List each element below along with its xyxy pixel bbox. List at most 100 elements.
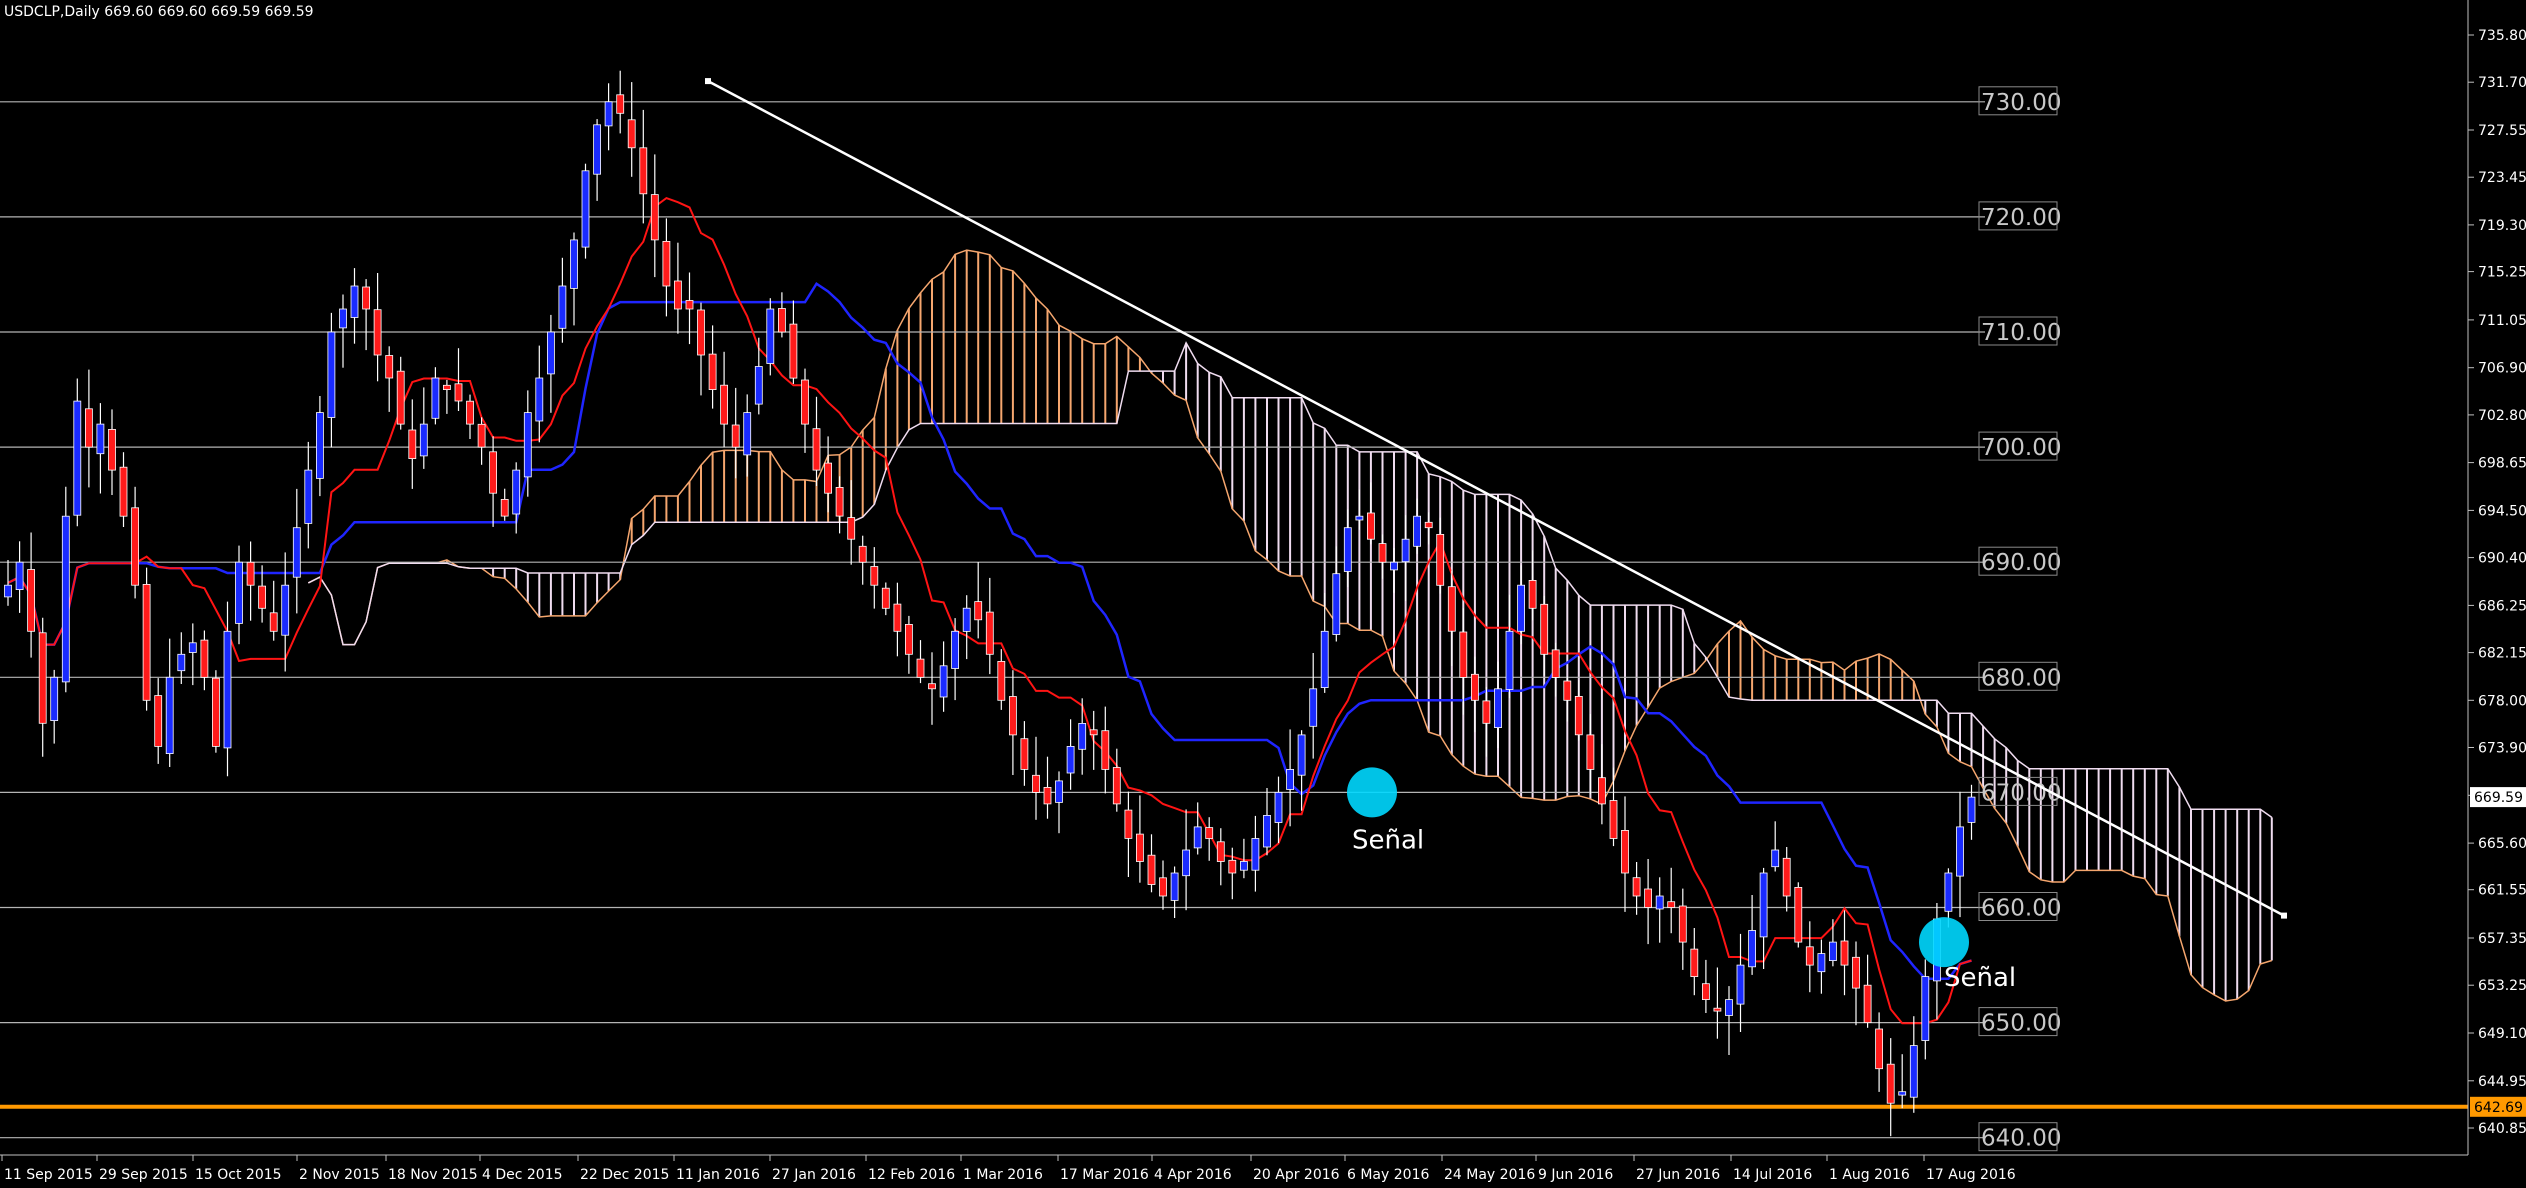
time-tick-label: 1 Aug 2016 [1829, 1167, 1910, 1183]
candle-body [1944, 872, 1953, 912]
candle-body [108, 428, 116, 471]
candle-body [246, 561, 255, 586]
candle-body [1390, 561, 1398, 571]
candle-body [1678, 905, 1687, 943]
chart-background [0, 0, 2526, 1188]
candle-body [131, 507, 140, 586]
candle-body [269, 612, 278, 632]
candle-body [1378, 543, 1387, 563]
chart-root: 730.00 720.00 710.00 700.00 690.00 680.00 670.… [0, 0, 2526, 1188]
candle [766, 298, 775, 376]
candle-body [1136, 833, 1144, 862]
candle-body [1609, 800, 1618, 839]
time-tick-label: 11 Sep 2015 [4, 1167, 93, 1183]
candle-body [581, 170, 590, 248]
candle-body [662, 240, 671, 287]
candle-body [1193, 826, 1202, 849]
price-tick-label: 657.35 [2478, 931, 2526, 947]
candle-body [200, 639, 209, 678]
candle-body [720, 384, 728, 425]
candle-body [1459, 631, 1468, 678]
level-label: 730.00 [1981, 90, 2061, 116]
candle-body [1574, 696, 1583, 736]
candle-body [1240, 861, 1248, 871]
candle-body [1840, 940, 1849, 966]
candle-body [558, 285, 567, 329]
candle-body [1782, 857, 1791, 897]
signal-dot[interactable] [1347, 767, 1397, 818]
time-tick-label: 18 Nov 2015 [388, 1167, 478, 1183]
candle-body [847, 517, 856, 540]
candle-body [985, 611, 994, 655]
candle [211, 670, 220, 753]
candle-body [812, 428, 821, 471]
candle-body [1528, 580, 1537, 609]
candle-body [1817, 953, 1826, 973]
support-price-label: 642.69 [2474, 1100, 2523, 1116]
candle-body [1736, 964, 1745, 1005]
signal-dot[interactable] [1919, 917, 1969, 968]
price-tick-label: 711.05 [2478, 313, 2526, 329]
price-tick-label: 719.30 [2478, 218, 2526, 234]
chart-info-label: USDCLP,Daily 669.60 669.60 669.59 669.59 [4, 4, 314, 20]
candle-body [535, 377, 544, 422]
candle-body [1725, 999, 1733, 1016]
price-tick-label: 653.25 [2478, 978, 2526, 994]
candle-body [593, 124, 601, 175]
candle-body [1112, 767, 1121, 805]
candle-body [1886, 1063, 1895, 1104]
candle-body [419, 423, 428, 457]
candle-body [1078, 723, 1087, 750]
candle-body [466, 400, 474, 425]
candle-body [1713, 1007, 1722, 1012]
candle-body [1702, 983, 1710, 1001]
candle-body [1644, 888, 1652, 908]
candle-body [1101, 730, 1110, 770]
trendline-handle-start[interactable] [705, 78, 711, 85]
candle-body [1367, 512, 1375, 540]
candle-body [1089, 729, 1098, 736]
candle-body [1413, 515, 1421, 547]
candle-body [489, 451, 498, 494]
candle-body [1690, 948, 1699, 977]
candle-body [211, 677, 220, 747]
candle-body [835, 486, 844, 517]
candle-body [1898, 1091, 1907, 1096]
candle-body [1205, 827, 1214, 839]
level-label: 710.00 [1981, 320, 2061, 346]
candle-body [1771, 849, 1780, 868]
candle-body [1586, 734, 1595, 770]
level-label: 690.00 [1981, 550, 2061, 576]
candle-body [697, 309, 705, 356]
current-price-label: 669.59 [2474, 790, 2523, 806]
candle-body [315, 412, 324, 479]
candle-body [1182, 849, 1190, 877]
time-tick-label: 15 Oct 2015 [195, 1167, 282, 1183]
price-tick-label: 678.00 [2478, 693, 2526, 709]
candle-body [616, 94, 625, 114]
price-tick-label: 644.95 [2478, 1074, 2526, 1090]
candle-body [327, 331, 336, 418]
candle-body [778, 308, 786, 333]
price-tick-label: 735.80 [2478, 28, 2526, 44]
price-tick-label: 694.50 [2478, 503, 2526, 519]
candle-body [685, 300, 694, 310]
level-label: 670.00 [1981, 780, 2061, 806]
candle-body [1794, 887, 1803, 943]
candle-body [258, 585, 267, 609]
candle-body [1667, 901, 1676, 908]
price-tick-label: 640.85 [2478, 1121, 2526, 1137]
price-tick-label: 698.65 [2478, 456, 2526, 472]
candle-body [639, 147, 648, 195]
price-tick-label: 673.90 [2478, 741, 2526, 757]
candle-body [119, 466, 128, 517]
candle-body [1655, 895, 1664, 910]
candle-body [1320, 630, 1329, 688]
candle-body [1286, 769, 1294, 790]
ichimoku-candlestick-chart[interactable]: 730.00 720.00 710.00 700.00 690.00 680.00 670.… [0, 0, 2526, 1188]
candle-body [1066, 746, 1075, 774]
trendline-handle-end[interactable] [2281, 912, 2287, 919]
candle-body [743, 412, 752, 456]
candle-body [1863, 984, 1872, 1024]
candle-body [1436, 534, 1445, 586]
